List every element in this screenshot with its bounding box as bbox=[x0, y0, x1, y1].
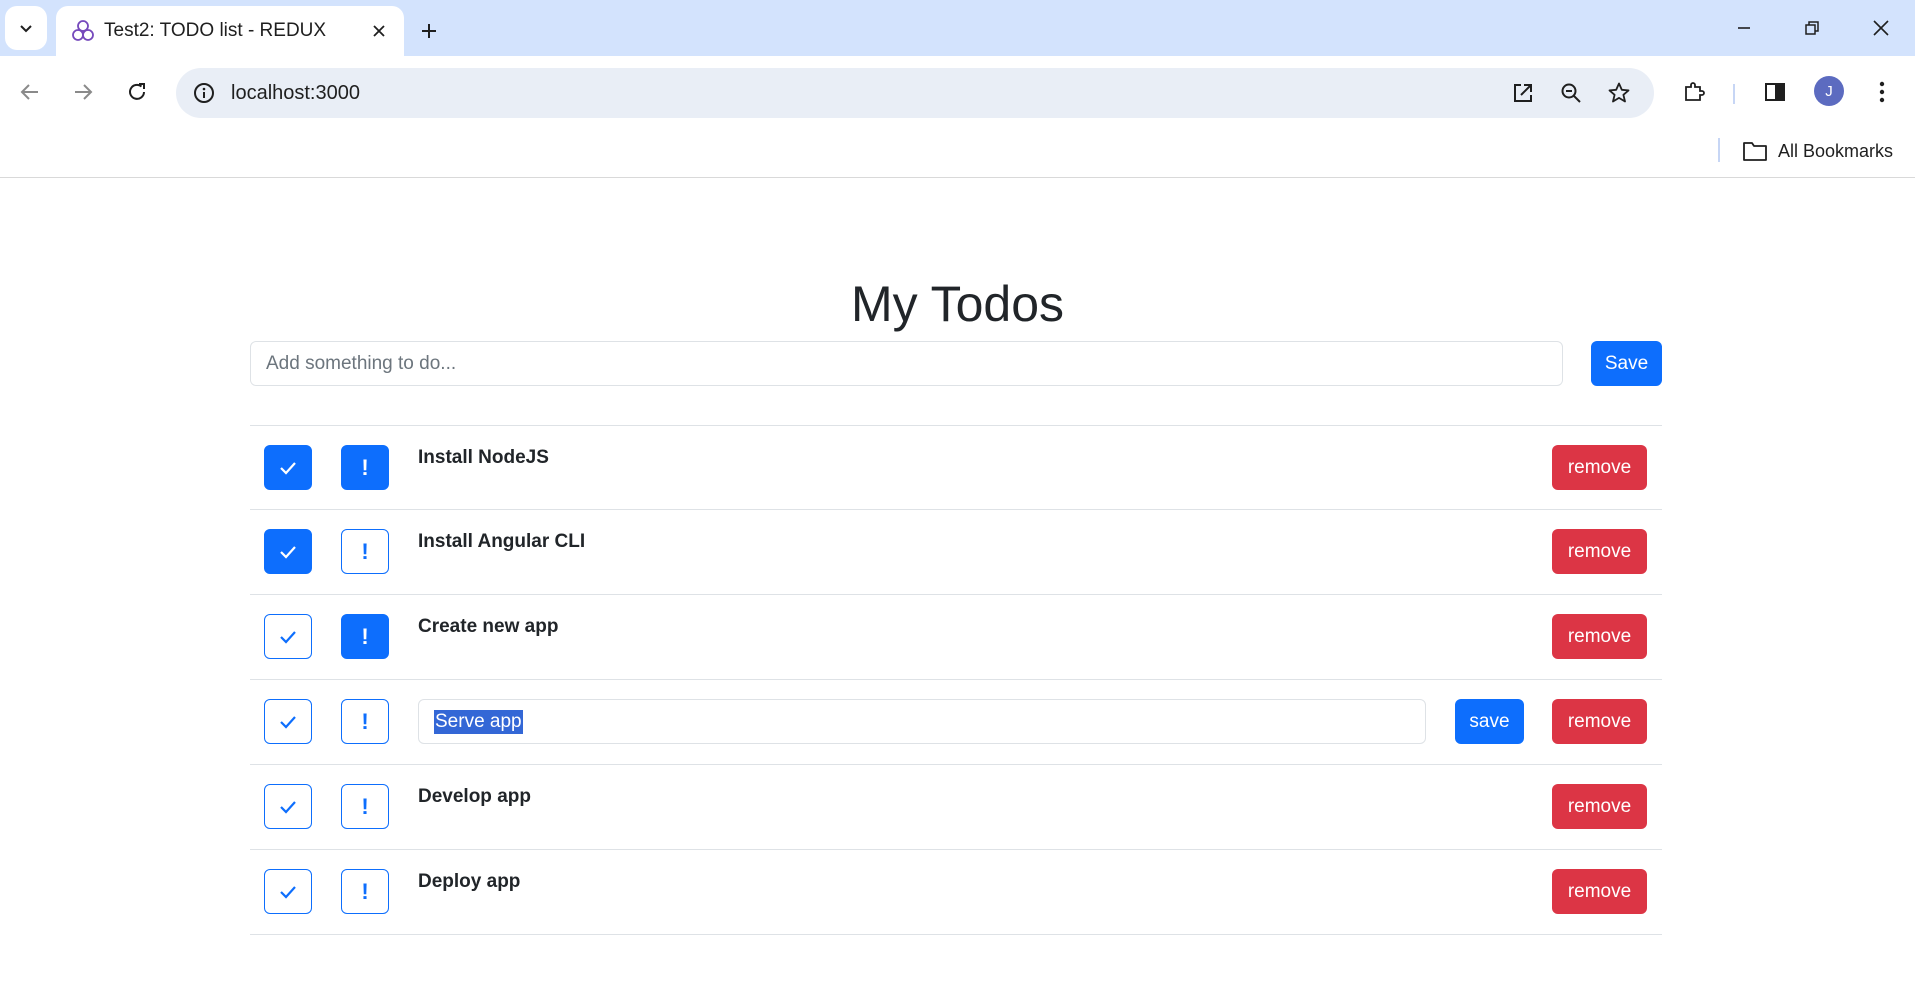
side-panel-button[interactable] bbox=[1755, 72, 1795, 112]
toggle-important-button[interactable]: ! bbox=[341, 699, 389, 744]
all-bookmarks-label: All Bookmarks bbox=[1778, 140, 1894, 161]
todo-row-editing: ! Serve app save remove bbox=[250, 680, 1662, 765]
folder-icon bbox=[1743, 142, 1767, 161]
todo-row: ! Create new app remove bbox=[250, 595, 1662, 680]
toggle-done-button[interactable] bbox=[264, 445, 312, 490]
toggle-done-button[interactable] bbox=[264, 614, 312, 659]
browser-toolbar: localhost:3000 J bbox=[0, 56, 1915, 128]
chevron-down-icon bbox=[20, 25, 32, 33]
todo-text[interactable]: Install NodeJS bbox=[418, 446, 549, 470]
open-external-icon bbox=[1514, 84, 1532, 102]
site-info-button[interactable] bbox=[188, 77, 220, 109]
info-icon bbox=[194, 83, 214, 103]
tab-close-button[interactable] bbox=[364, 16, 394, 46]
check-icon bbox=[280, 800, 296, 814]
todo-text[interactable]: Create new app bbox=[418, 615, 558, 639]
address-bar[interactable]: localhost:3000 bbox=[176, 68, 1654, 118]
star-icon bbox=[1608, 82, 1630, 103]
zoom-button[interactable] bbox=[1555, 77, 1587, 109]
remove-button[interactable]: remove bbox=[1552, 614, 1647, 659]
todo-text[interactable]: Deploy app bbox=[418, 870, 520, 894]
todo-row: ! Deploy app remove bbox=[250, 850, 1662, 935]
edit-save-button[interactable]: save bbox=[1455, 699, 1524, 744]
profile-avatar[interactable]: J bbox=[1814, 76, 1844, 106]
page-title: My Todos bbox=[850, 276, 1065, 332]
remove-button[interactable]: remove bbox=[1552, 529, 1647, 574]
check-icon bbox=[280, 630, 296, 644]
side-panel-icon bbox=[1765, 83, 1785, 101]
bookmarks-bar: All Bookmarks bbox=[0, 128, 1915, 178]
close-icon bbox=[1873, 20, 1889, 36]
todo-row: ! Install NodeJS remove bbox=[250, 425, 1662, 510]
remove-button[interactable]: remove bbox=[1552, 784, 1647, 829]
toggle-important-button[interactable]: ! bbox=[341, 869, 389, 914]
back-button[interactable] bbox=[10, 72, 50, 112]
toolbar-divider bbox=[1733, 84, 1735, 104]
minimize-icon bbox=[1738, 27, 1750, 29]
todo-list: ! Install NodeJS remove ! Install Angula… bbox=[250, 425, 1662, 935]
toggle-done-button[interactable] bbox=[264, 529, 312, 574]
reload-button[interactable] bbox=[117, 72, 157, 112]
remove-button[interactable]: remove bbox=[1552, 445, 1647, 490]
redux-favicon-icon bbox=[72, 20, 94, 41]
puzzle-icon bbox=[1685, 82, 1705, 101]
forward-button[interactable] bbox=[63, 72, 103, 112]
add-todo-input[interactable] bbox=[250, 341, 1563, 386]
todo-text[interactable]: Develop app bbox=[418, 785, 531, 809]
check-icon bbox=[280, 545, 296, 559]
close-window-button[interactable] bbox=[1859, 10, 1903, 46]
exclamation-icon: ! bbox=[361, 454, 369, 480]
reload-icon bbox=[129, 83, 145, 100]
toggle-important-button[interactable]: ! bbox=[341, 614, 389, 659]
toggle-done-button[interactable] bbox=[264, 699, 312, 744]
restore-button[interactable] bbox=[1790, 10, 1834, 46]
arrow-right-icon bbox=[75, 84, 93, 100]
remove-button[interactable]: remove bbox=[1552, 869, 1647, 914]
tab-title: Test2: TODO list - REDUX bbox=[104, 20, 327, 41]
exclamation-icon: ! bbox=[361, 538, 369, 564]
toggle-done-button[interactable] bbox=[264, 869, 312, 914]
new-tab-button[interactable] bbox=[412, 14, 446, 48]
browser-tabstrip: Test2: TODO list - REDUX bbox=[0, 0, 1915, 56]
toggle-important-button[interactable]: ! bbox=[341, 445, 389, 490]
todo-row: ! Develop app remove bbox=[250, 765, 1662, 850]
check-icon bbox=[280, 461, 296, 475]
exclamation-icon: ! bbox=[361, 623, 369, 649]
exclamation-icon: ! bbox=[361, 793, 369, 819]
check-icon bbox=[280, 885, 296, 899]
restore-icon bbox=[1805, 21, 1819, 35]
open-in-window-button[interactable] bbox=[1507, 77, 1539, 109]
zoom-out-icon bbox=[1561, 83, 1581, 103]
toggle-important-button[interactable]: ! bbox=[341, 784, 389, 829]
todo-text[interactable]: Install Angular CLI bbox=[418, 530, 585, 554]
todo-row: ! Install Angular CLI remove bbox=[250, 510, 1662, 595]
bookmark-star-button[interactable] bbox=[1603, 77, 1635, 109]
url-text[interactable]: localhost:3000 bbox=[231, 80, 360, 106]
remove-button[interactable]: remove bbox=[1552, 699, 1647, 744]
check-icon bbox=[280, 715, 296, 729]
toggle-important-button[interactable]: ! bbox=[341, 529, 389, 574]
edit-todo-selected-text: Serve app bbox=[434, 709, 523, 734]
close-icon bbox=[373, 25, 385, 37]
exclamation-icon: ! bbox=[361, 708, 369, 734]
extensions-button[interactable] bbox=[1674, 72, 1714, 112]
tab-search-button[interactable] bbox=[5, 6, 47, 50]
exclamation-icon: ! bbox=[361, 878, 369, 904]
bookmarks-divider bbox=[1718, 138, 1720, 162]
arrow-left-icon bbox=[20, 84, 38, 100]
kebab-menu-icon bbox=[1879, 81, 1885, 103]
all-bookmarks-button[interactable]: All Bookmarks bbox=[1742, 136, 1893, 166]
edit-todo-input[interactable]: Serve app bbox=[418, 699, 1426, 744]
add-todo-save-button[interactable]: Save bbox=[1591, 341, 1662, 386]
toggle-done-button[interactable] bbox=[264, 784, 312, 829]
menu-button[interactable] bbox=[1862, 72, 1902, 112]
plus-icon bbox=[422, 24, 436, 38]
minimize-button[interactable] bbox=[1722, 10, 1766, 46]
browser-tab[interactable]: Test2: TODO list - REDUX bbox=[56, 6, 404, 56]
